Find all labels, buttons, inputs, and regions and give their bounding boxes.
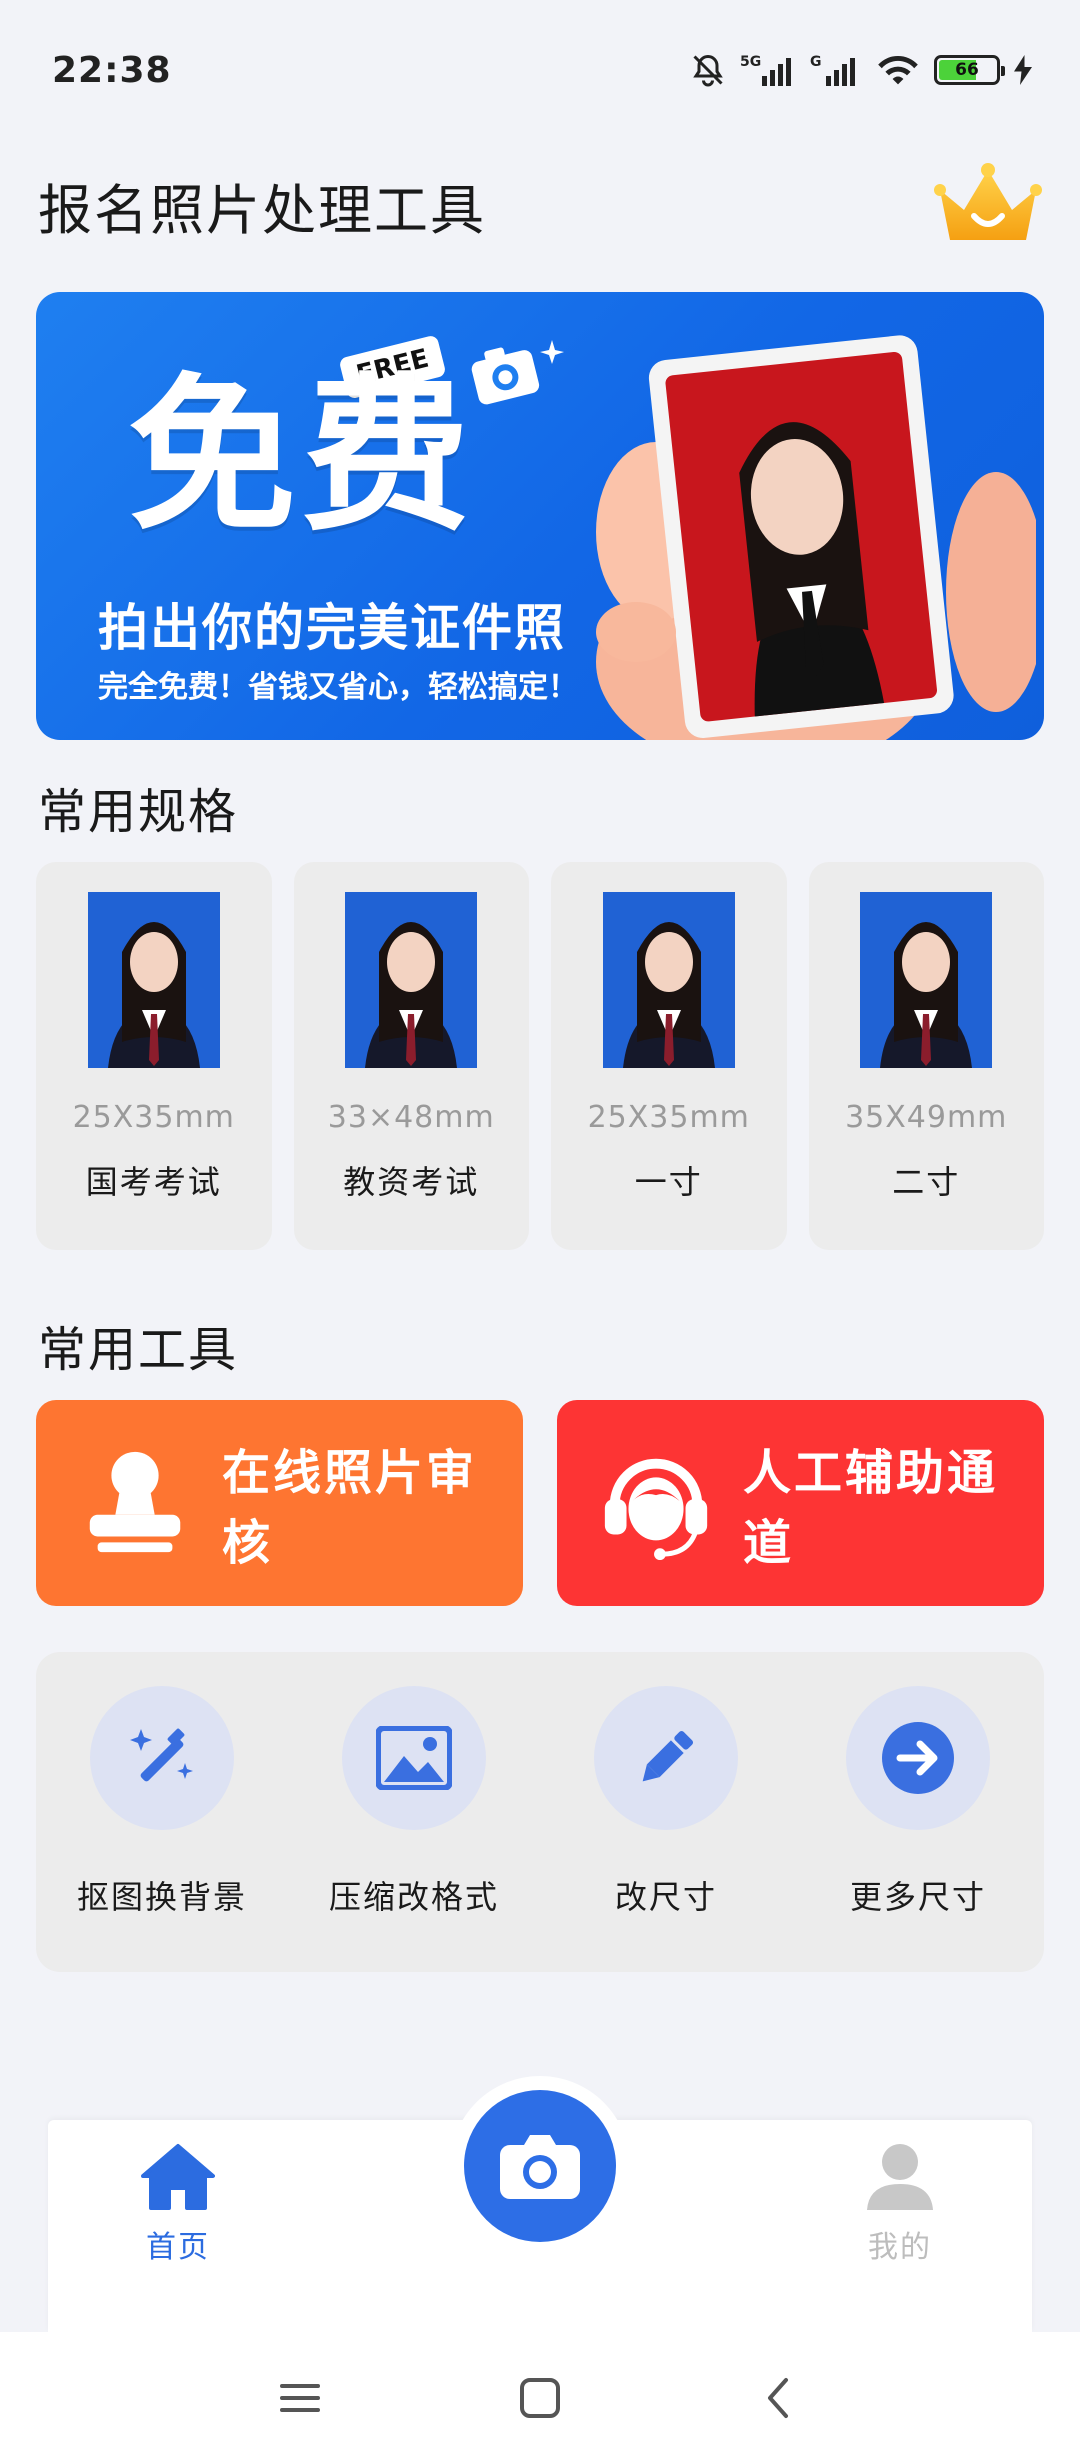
spec-name: 教资考试 — [343, 1163, 480, 1201]
system-nav-bar — [0, 2332, 1080, 2460]
signal-5g-icon: 5G — [740, 54, 791, 86]
manual-assist-label: 人工辅助通道 — [743, 1445, 999, 1571]
home-square-icon[interactable] — [510, 2368, 570, 2428]
tool-compress-format[interactable]: 压缩改格式 — [288, 1652, 540, 1972]
svg-text:5G: 5G — [740, 54, 761, 70]
specs-list: 25X35mm 国考考试 33×48mm 教资考试 25X35mm 一寸 35X… — [36, 862, 1044, 1250]
tool-icon-circle — [594, 1686, 738, 1830]
spec-name: 一寸 — [634, 1163, 703, 1201]
battery-icon: 66 — [934, 55, 1005, 85]
portrait-thumbnail — [87, 892, 220, 1068]
tool-icon-circle — [846, 1686, 990, 1830]
wifi-icon — [878, 55, 918, 85]
image-icon — [376, 1726, 452, 1790]
headset-icon — [604, 1458, 708, 1561]
user-icon — [867, 2144, 933, 2210]
tool-label: 改尺寸 — [614, 1878, 717, 1916]
tools-section-title: 常用工具 — [38, 1322, 239, 1378]
photo-review-button[interactable]: 在线照片审核 — [36, 1400, 523, 1606]
svg-text:G: G — [810, 54, 822, 70]
spec-size: 33×48mm — [327, 1100, 495, 1135]
hand-holding-photo-illustration — [596, 335, 1036, 740]
tool-cutout-background[interactable]: 抠图换背景 — [36, 1652, 288, 1972]
status-time: 22:38 — [52, 49, 172, 91]
spec-card-one-inch[interactable]: 25X35mm 一寸 — [551, 862, 787, 1250]
magic-wand-icon — [130, 1728, 193, 1782]
charging-icon — [1014, 55, 1032, 85]
header: 报名照片处理工具 — [38, 160, 1042, 250]
nav-home[interactable]: 首页 — [98, 2142, 258, 2266]
pencil-icon — [642, 1730, 694, 1782]
promo-banner[interactable]: FREE 免费 拍出你的完美证件照 完全免费！省钱又省心，轻松搞定！ — [36, 292, 1044, 740]
signal-g-icon: G — [810, 54, 855, 86]
tool-icon-circle — [342, 1686, 486, 1830]
nav-home-label: 首页 — [146, 2230, 210, 2265]
tool-more-sizes[interactable]: 更多尺寸 — [792, 1652, 1044, 1972]
arrow-right-icon — [882, 1722, 954, 1794]
tool-icon-circle — [90, 1686, 234, 1830]
spec-card-jiaozi[interactable]: 33×48mm 教资考试 — [293, 862, 529, 1250]
home-icon — [141, 2144, 215, 2210]
tool-label: 更多尺寸 — [849, 1878, 986, 1916]
portrait-thumbnail — [860, 892, 993, 1068]
spec-name: 二寸 — [892, 1163, 961, 1201]
battery-level: 66 — [939, 60, 995, 80]
spec-name: 国考考试 — [85, 1163, 222, 1201]
spec-size: 25X35mm — [587, 1100, 750, 1135]
status-icons: 5G G 66 — [690, 52, 1032, 88]
portrait-thumbnail — [345, 892, 478, 1068]
banner-headline: 免费 — [128, 358, 476, 554]
specs-section-title: 常用规格 — [38, 784, 239, 840]
nav-mine[interactable]: 我的 — [820, 2142, 980, 2266]
photo-review-label: 在线照片审核 — [222, 1445, 478, 1571]
stamp-icon — [89, 1451, 181, 1553]
tools-grid: 抠图换背景 压缩改格式 改尺寸 更多尺寸 — [36, 1652, 1044, 1972]
camera-icon — [500, 2135, 580, 2199]
status-bar: 22:38 5G G 66 — [0, 0, 1080, 140]
tool-resize[interactable]: 改尺寸 — [540, 1652, 792, 1972]
menu-icon[interactable] — [270, 2368, 330, 2428]
nav-mine-label: 我的 — [868, 2230, 932, 2265]
page-title: 报名照片处理工具 — [38, 178, 486, 242]
spec-size: 35X49mm — [845, 1100, 1008, 1135]
back-icon[interactable] — [750, 2368, 810, 2428]
bell-off-icon — [693, 54, 723, 87]
banner-subline: 拍出你的完美证件照 — [98, 599, 566, 657]
camera-button[interactable] — [464, 2090, 616, 2242]
spec-card-two-inch[interactable]: 35X49mm 二寸 — [808, 862, 1044, 1250]
crown-icon[interactable] — [934, 160, 1042, 250]
manual-assist-button[interactable]: 人工辅助通道 — [557, 1400, 1044, 1606]
banner-tagline: 完全免费！省钱又省心，轻松搞定！ — [98, 670, 578, 705]
spec-size: 25X35mm — [72, 1100, 235, 1135]
spec-card-guokao[interactable]: 25X35mm 国考考试 — [36, 862, 272, 1250]
tool-label: 压缩改格式 — [328, 1878, 499, 1916]
tool-label: 抠图换背景 — [76, 1878, 247, 1916]
portrait-thumbnail — [602, 892, 735, 1068]
